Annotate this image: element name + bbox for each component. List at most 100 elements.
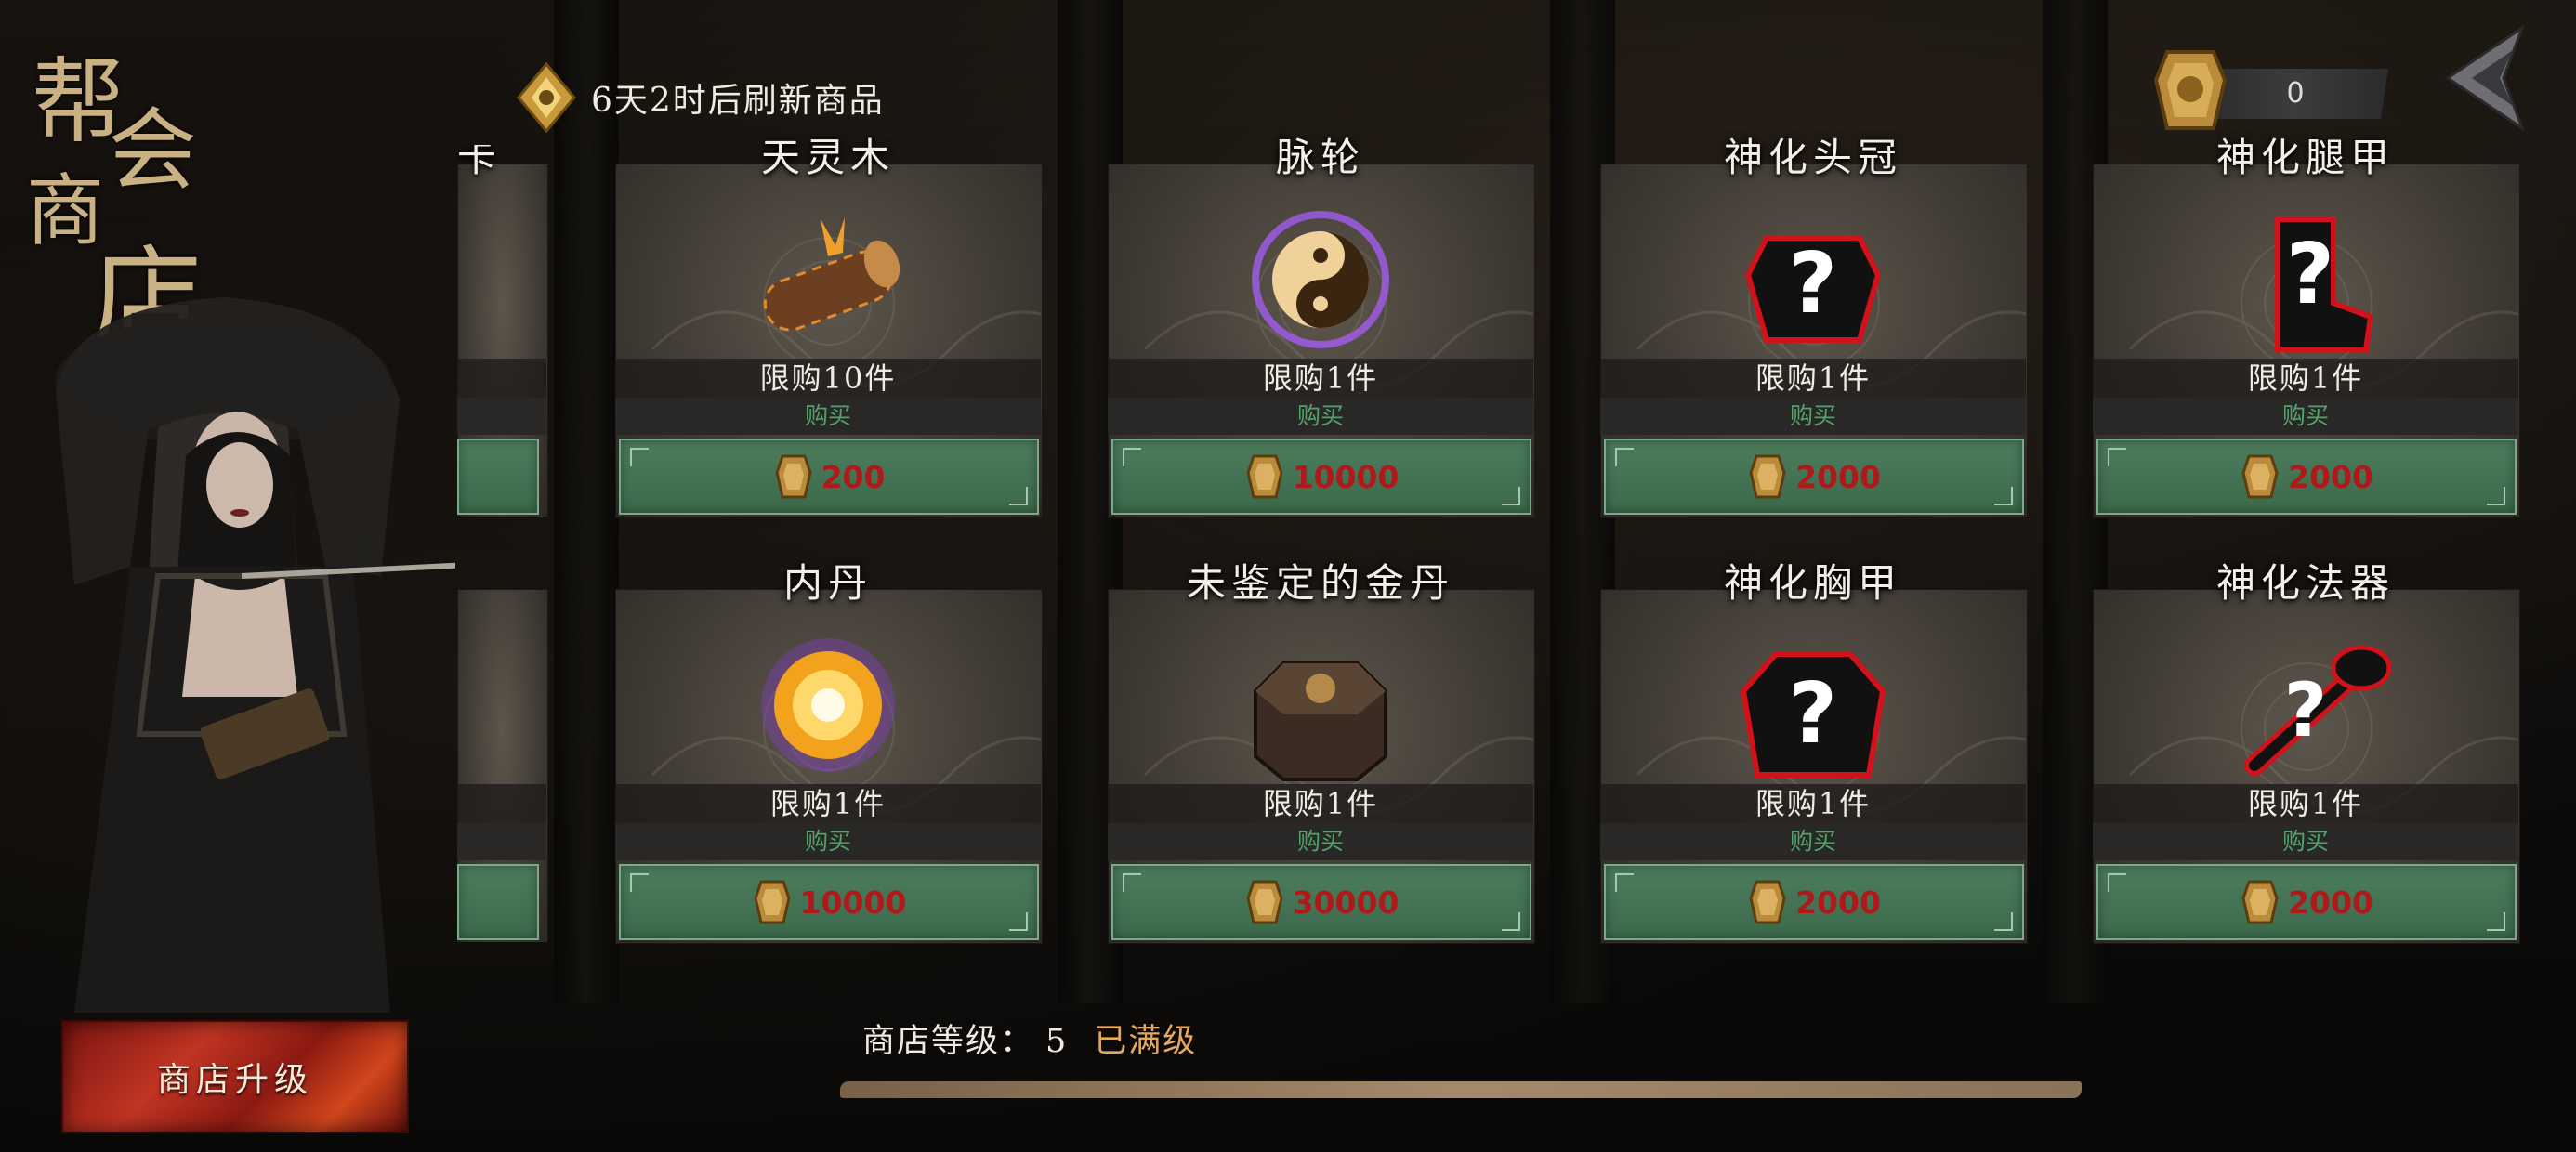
item-price-button[interactable]: 2000 bbox=[2096, 864, 2517, 940]
mystery-weapon-icon: ? bbox=[2244, 645, 2392, 776]
guild-currency: 0 bbox=[2149, 28, 2390, 139]
item-name: 未鉴定的金丹 bbox=[1186, 560, 1454, 606]
item-buy-label: 购买 bbox=[2093, 398, 2518, 435]
treasure-box-icon bbox=[1254, 661, 1387, 781]
guild-token-icon bbox=[2153, 50, 2228, 130]
item-price: 2000 bbox=[2288, 458, 2373, 495]
item-price: 30000 bbox=[1292, 884, 1400, 921]
button-corner-decoration bbox=[630, 448, 649, 466]
button-corner-decoration bbox=[1009, 912, 1028, 931]
item-name: 神化腿甲 bbox=[2215, 135, 2395, 180]
item-buy-label: 购买 bbox=[1108, 398, 1533, 435]
shop-level-progress-fill bbox=[840, 1081, 2082, 1098]
refresh-timer-icon bbox=[517, 61, 576, 134]
item-name: 内丹 bbox=[782, 560, 873, 606]
item-price-button[interactable]: 2000 bbox=[1604, 864, 2024, 940]
item-price-button[interactable]: 10000 bbox=[619, 864, 1039, 940]
item-price: 2000 bbox=[1795, 884, 1881, 921]
shop-level-progress bbox=[840, 1081, 2082, 1098]
svg-text:?: ? bbox=[2286, 226, 2334, 323]
item-card[interactable]: 内丹 限购1件 购买 10000 bbox=[615, 560, 1043, 944]
item-card[interactable]: 神化胸甲 ? 限购1件 购买 2000 bbox=[1600, 560, 2028, 944]
item-buy-label: 购买 bbox=[1600, 398, 2026, 435]
title-char: 会 bbox=[108, 98, 197, 203]
shop-level-status: 已满级 bbox=[1094, 1023, 1198, 1060]
item-price: 10000 bbox=[799, 884, 907, 921]
button-corner-decoration bbox=[1502, 487, 1520, 505]
partial-item-card bbox=[457, 570, 550, 942]
item-purchase-limit: 限购1件 bbox=[2093, 359, 2518, 398]
partial-card-buy-bar bbox=[457, 823, 546, 860]
refresh-timer-text: 6天2时后刷新商品 bbox=[591, 82, 885, 120]
item-name: 神化胸甲 bbox=[1723, 560, 1902, 606]
yin-yang-orb-icon bbox=[1252, 211, 1389, 348]
glowing-orb-icon bbox=[761, 638, 895, 772]
button-corner-decoration bbox=[2487, 912, 2505, 931]
item-price: 200 bbox=[821, 458, 886, 495]
item-card[interactable]: 神化法器 ? 限购1件 购买 2000 bbox=[2093, 560, 2520, 944]
mystery-boot-icon: ? bbox=[2275, 216, 2374, 352]
item-price: 2000 bbox=[1795, 458, 1881, 495]
partial-item-card: 卡 bbox=[457, 145, 550, 517]
item-card[interactable]: 脉轮 限购1件 购买 10000 bbox=[1108, 135, 1535, 518]
button-corner-decoration bbox=[1123, 448, 1141, 466]
guild-token-icon bbox=[754, 880, 791, 924]
guild-token-icon bbox=[2241, 454, 2279, 499]
item-name: 天灵木 bbox=[760, 135, 895, 180]
item-purchase-limit: 限购1件 bbox=[615, 784, 1041, 823]
button-corner-decoration bbox=[1994, 487, 2013, 505]
guild-token-icon bbox=[2241, 880, 2279, 924]
guild-token-icon bbox=[1246, 454, 1283, 499]
partial-card-title: 卡 bbox=[457, 145, 503, 180]
item-buy-label: 购买 bbox=[1108, 823, 1533, 860]
guild-token-icon bbox=[1749, 880, 1786, 924]
item-purchase-limit: 限购1件 bbox=[2093, 784, 2518, 823]
button-corner-decoration bbox=[1615, 448, 1634, 466]
item-price: 2000 bbox=[2288, 884, 2373, 921]
svg-text:?: ? bbox=[1789, 665, 1837, 763]
item-buy-label: 购买 bbox=[615, 398, 1041, 435]
guild-token-icon bbox=[1749, 454, 1786, 499]
mystery-helmet-icon: ? bbox=[1744, 235, 1882, 343]
partial-card-price-button[interactable] bbox=[457, 439, 539, 515]
item-purchase-limit: 限购1件 bbox=[1600, 359, 2026, 398]
partial-card-buy-bar bbox=[457, 398, 546, 435]
item-name: 脉轮 bbox=[1275, 135, 1365, 180]
shop-level-label: 商店等级： bbox=[862, 1023, 1035, 1060]
item-price-button[interactable]: 200 bbox=[619, 439, 1039, 515]
item-card[interactable]: 神化头冠 ? 限购1件 购买 2000 bbox=[1600, 135, 2028, 518]
item-purchase-limit: 限购1件 bbox=[1600, 784, 2026, 823]
item-price-button[interactable]: 2000 bbox=[1604, 439, 2024, 515]
button-corner-decoration bbox=[1123, 873, 1141, 892]
item-card[interactable]: 神化腿甲 ? 限购1件 购买 2000 bbox=[2093, 135, 2520, 518]
button-corner-decoration bbox=[2108, 448, 2126, 466]
item-price-button[interactable]: 10000 bbox=[1111, 439, 1531, 515]
bg-pillar bbox=[554, 0, 619, 1003]
button-corner-decoration bbox=[2108, 873, 2126, 892]
partial-card-limit-bar bbox=[457, 784, 546, 823]
button-corner-decoration bbox=[1615, 873, 1634, 892]
guild-token-icon bbox=[1246, 880, 1283, 924]
item-buy-label: 购买 bbox=[615, 823, 1041, 860]
item-name: 神化法器 bbox=[2215, 560, 2395, 606]
item-price-button[interactable]: 30000 bbox=[1111, 864, 1531, 940]
svg-text:?: ? bbox=[1789, 235, 1837, 333]
item-card[interactable]: 天灵木 限购10件 购买 200 bbox=[615, 135, 1043, 518]
item-card[interactable]: 未鉴定的金丹 限购1件 购买 30000 bbox=[1108, 560, 1535, 944]
shop-level: 商店等级： 5 已满级 bbox=[862, 1015, 1197, 1062]
button-corner-decoration bbox=[1009, 487, 1028, 505]
shop-upgrade-button[interactable]: 商店升级 bbox=[61, 1020, 409, 1133]
item-price-button[interactable]: 2000 bbox=[2096, 439, 2517, 515]
item-buy-label: 购买 bbox=[2093, 823, 2518, 860]
partial-card-price-button[interactable] bbox=[457, 864, 539, 940]
log-icon bbox=[763, 217, 900, 332]
mystery-chest-armor-icon: ? bbox=[1740, 651, 1886, 778]
item-purchase-limit: 限购1件 bbox=[1108, 784, 1533, 823]
item-buy-label: 购买 bbox=[1600, 823, 2026, 860]
guild-token-icon bbox=[774, 454, 812, 499]
shop-upgrade-label: 商店升级 bbox=[156, 1061, 313, 1099]
back-button[interactable] bbox=[2438, 24, 2531, 132]
button-corner-decoration bbox=[1994, 912, 2013, 931]
item-name: 神化头冠 bbox=[1723, 135, 1902, 180]
button-corner-decoration bbox=[630, 873, 649, 892]
